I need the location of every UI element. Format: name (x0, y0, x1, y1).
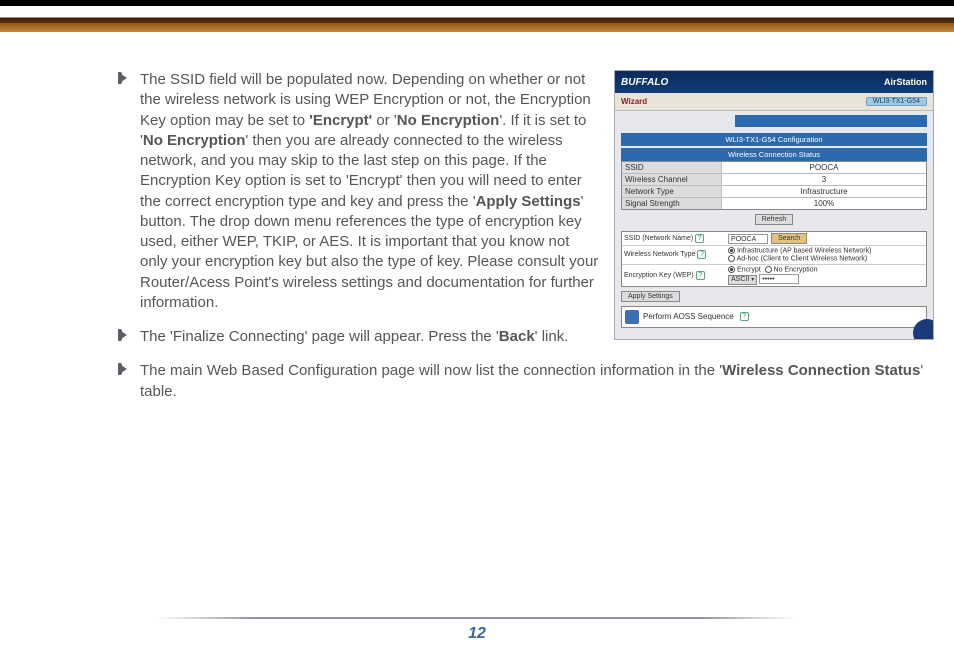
bullet-item-1: The SSID field will be populated now. De… (140, 70, 934, 313)
page-content: BUFFALO AirStation Wizard WLI3-TX1-G54 W… (0, 32, 954, 416)
bullet-icon (118, 363, 127, 375)
bullet-item-2: The 'Finalize Connecting' page will appe… (140, 327, 934, 347)
bullet-item-3: The main Web Based Configuration page wi… (140, 361, 934, 402)
footer-divider (157, 617, 797, 619)
bullet-icon (118, 329, 127, 341)
page-number: 12 (0, 625, 954, 643)
bullet-text: The SSID field will be populated now. De… (140, 71, 598, 311)
page-footer: 12 (0, 617, 954, 643)
decorative-top-strip (0, 0, 954, 32)
aoss-label: Perform AOSS Sequence (643, 312, 734, 321)
bullet-text: The 'Finalize Connecting' page will appe… (140, 328, 568, 345)
help-icon[interactable]: ? (740, 312, 749, 321)
bullet-text: The main Web Based Configuration page wi… (140, 362, 923, 399)
bullet-icon (118, 72, 127, 84)
